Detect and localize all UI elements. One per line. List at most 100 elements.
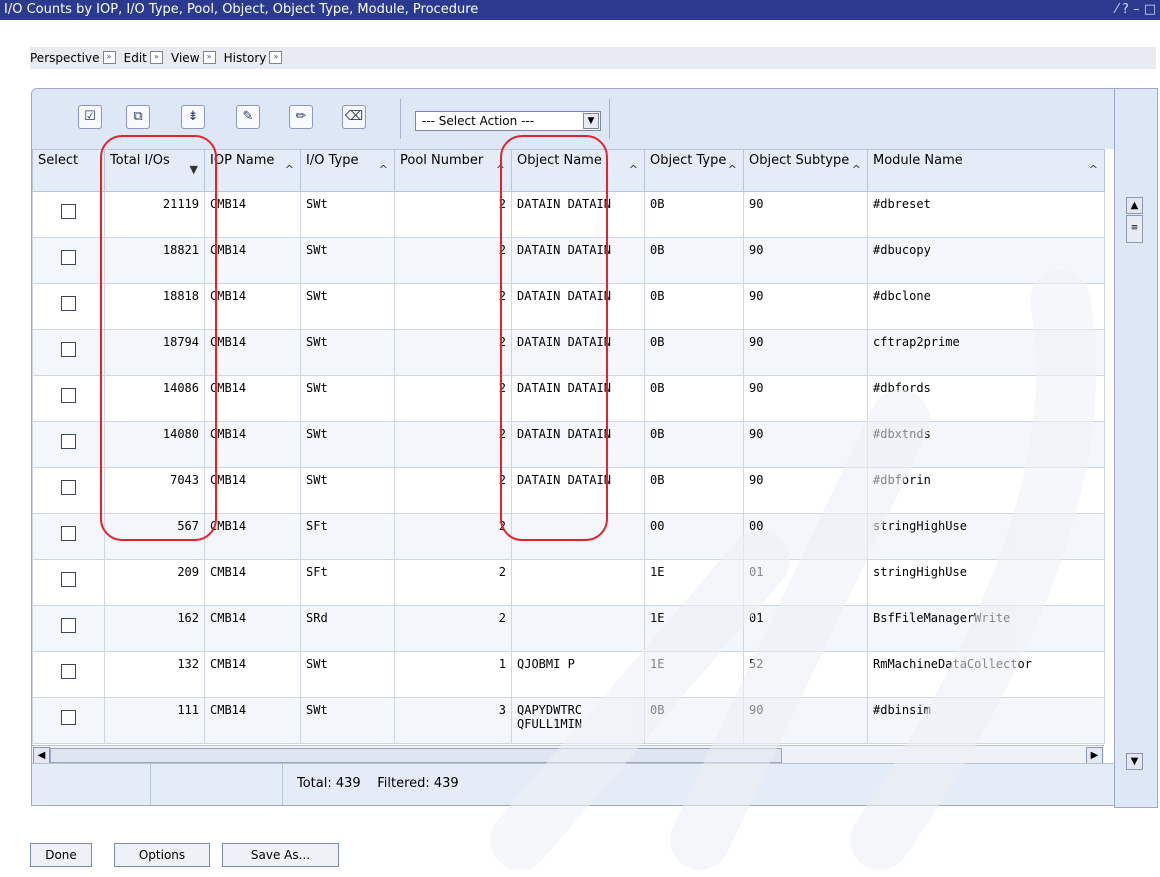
save-as-button[interactable]: Save As... bbox=[222, 843, 339, 867]
row-select-checkbox[interactable] bbox=[61, 710, 76, 725]
column-header-object-name[interactable]: Object Name ^ bbox=[511, 149, 645, 192]
cell-pool-number: 2 bbox=[394, 559, 512, 606]
row-select-checkbox[interactable] bbox=[61, 388, 76, 403]
sort-ascending-icon[interactable]: ^ bbox=[629, 162, 638, 177]
select-all-icon[interactable]: ☑ bbox=[78, 105, 102, 129]
window-controls[interactable]: ⁄ ? – □ bbox=[1116, 0, 1156, 20]
deselect-all-icon[interactable]: ⧉ bbox=[126, 105, 150, 129]
table-header-row: Select Total I/Os ▼ IOP Name ^ I/O Type ^ P… bbox=[32, 149, 1105, 192]
cell-object-name: QJOBMI P bbox=[511, 651, 645, 698]
show-filter-row-icon[interactable]: ⇟ bbox=[181, 105, 205, 129]
column-header-object-type[interactable]: Object Type ^ bbox=[644, 149, 744, 192]
table-row[interactable]: 7043 CMB14 SWt 2 DATAIN DATAIN 0B 90 #dbforin bbox=[32, 467, 1105, 514]
cell-object-name: DATAIN DATAIN bbox=[511, 467, 645, 514]
scroll-thumb[interactable]: ≡ bbox=[1126, 215, 1143, 243]
sort-ascending-icon[interactable]: ^ bbox=[728, 162, 737, 177]
cell-iop-name: CMB14 bbox=[204, 329, 301, 376]
cell-total-ios: 209 bbox=[104, 559, 205, 606]
chevron-down-icon[interactable]: ▼ bbox=[583, 113, 599, 129]
menu-view[interactable]: View» bbox=[171, 47, 216, 69]
table-panel: ☑ ⧉ ⇟ ✎ ✏ ⌫ --- Select Action --- ▼ Sele… bbox=[31, 88, 1116, 806]
scroll-down-icon[interactable]: ▼ bbox=[1126, 753, 1143, 770]
cell-object-subtype: 90 bbox=[743, 237, 868, 284]
edit-filter-icon[interactable]: ✎ bbox=[236, 105, 260, 129]
clear-sort-icon[interactable]: ⌫ bbox=[342, 105, 366, 129]
row-select-checkbox[interactable] bbox=[61, 618, 76, 633]
expand-arrow-icon[interactable]: » bbox=[269, 51, 283, 64]
scroll-up-icon[interactable]: ▲ bbox=[1126, 197, 1143, 214]
cell-object-name: DATAIN DATAIN bbox=[511, 237, 645, 284]
row-select-checkbox[interactable] bbox=[61, 664, 76, 679]
options-button[interactable]: Options bbox=[114, 843, 210, 867]
window-titlebar: I/O Counts by IOP, I/O Type, Pool, Objec… bbox=[0, 0, 1160, 20]
expand-arrow-icon[interactable]: » bbox=[149, 51, 163, 64]
row-select-checkbox[interactable] bbox=[61, 480, 76, 495]
cell-object-type: 0B bbox=[644, 237, 744, 284]
cell-object-type: 1E bbox=[644, 559, 744, 606]
row-select-cell bbox=[32, 329, 105, 376]
row-select-cell bbox=[32, 605, 105, 652]
cell-iop-name: CMB14 bbox=[204, 467, 301, 514]
row-select-checkbox[interactable] bbox=[61, 296, 76, 311]
column-header-total-ios[interactable]: Total I/Os ▼ bbox=[104, 149, 205, 192]
expand-arrow-icon[interactable]: » bbox=[102, 51, 116, 64]
table-row[interactable]: 21119 CMB14 SWt 2 DATAIN DATAIN 0B 90 #dbreset bbox=[32, 191, 1105, 238]
scroll-left-icon[interactable]: ◀ bbox=[33, 747, 50, 764]
cell-pool-number: 2 bbox=[394, 283, 512, 330]
table-row[interactable]: 111 CMB14 SWt 3 QAPYDWTRC QFULL1MIN 0B 90 #dbin… bbox=[32, 697, 1105, 744]
column-header-io-type[interactable]: I/O Type ^ bbox=[300, 149, 395, 192]
row-select-checkbox[interactable] bbox=[61, 342, 76, 357]
cell-object-type: 0B bbox=[644, 697, 744, 744]
table-row[interactable]: 14086 CMB14 SWt 2 DATAIN DATAIN 0B 90 #dbfords bbox=[32, 375, 1105, 422]
cell-pool-number: 2 bbox=[394, 421, 512, 468]
column-header-pool-number[interactable]: Pool Number ^ bbox=[394, 149, 512, 192]
column-header-object-subtype[interactable]: Object Subtype ^ bbox=[743, 149, 868, 192]
cell-pool-number: 2 bbox=[394, 329, 512, 376]
done-button[interactable]: Done bbox=[30, 843, 92, 867]
horizontal-scrollbar[interactable]: ◀ ▶ bbox=[32, 745, 1104, 764]
sort-descending-icon[interactable]: ▼ bbox=[190, 162, 198, 177]
cell-module-name: #dbfords bbox=[867, 375, 1105, 422]
column-header-module-name[interactable]: Module Name ^ bbox=[867, 149, 1105, 192]
cell-iop-name: CMB14 bbox=[204, 191, 301, 238]
table-row[interactable]: 567 CMB14 SFt 2 00 00 stringHighUse bbox=[32, 513, 1105, 560]
select-action-dropdown[interactable]: --- Select Action --- ▼ bbox=[415, 111, 601, 131]
menu-history[interactable]: History» bbox=[224, 47, 283, 69]
table-row[interactable]: 162 CMB14 SRd 2 1E 01 BsfFileManagerWrite bbox=[32, 605, 1105, 652]
sort-ascending-icon[interactable]: ^ bbox=[285, 162, 294, 177]
table-row[interactable]: 209 CMB14 SFt 2 1E 01 stringHighUse bbox=[32, 559, 1105, 606]
sort-ascending-icon[interactable]: ^ bbox=[852, 162, 861, 177]
row-select-checkbox[interactable] bbox=[61, 526, 76, 541]
sort-ascending-icon[interactable]: ^ bbox=[379, 162, 388, 177]
edit-sort-icon[interactable]: ✏ bbox=[289, 105, 313, 129]
sort-ascending-icon[interactable]: ^ bbox=[1089, 162, 1098, 177]
column-header-iop-name[interactable]: IOP Name ^ bbox=[204, 149, 301, 192]
cell-io-type: SWt bbox=[300, 467, 395, 514]
table-row[interactable]: 132 CMB14 SWt 1 QJOBMI P 1E 52 RmMachineDataCol… bbox=[32, 651, 1105, 698]
table-row[interactable]: 14080 CMB14 SWt 2 DATAIN DATAIN 0B 90 #dbxtnds bbox=[32, 421, 1105, 468]
vertical-scrollbar[interactable]: ▲ ≡ ▼ bbox=[1114, 88, 1158, 808]
scroll-right-icon[interactable]: ▶ bbox=[1086, 747, 1103, 764]
cell-object-subtype: 90 bbox=[743, 421, 868, 468]
table-row[interactable]: 18821 CMB14 SWt 2 DATAIN DATAIN 0B 90 #dbucopy bbox=[32, 237, 1105, 284]
menu-perspective[interactable]: Perspective» bbox=[30, 47, 116, 69]
cell-module-name: BsfFileManagerWrite bbox=[867, 605, 1105, 652]
menu-edit[interactable]: Edit» bbox=[124, 47, 163, 69]
row-select-cell bbox=[32, 237, 105, 284]
row-select-checkbox[interactable] bbox=[61, 250, 76, 265]
row-select-checkbox[interactable] bbox=[61, 204, 76, 219]
table-toolbar: ☑ ⧉ ⇟ ✎ ✏ ⌫ --- Select Action --- ▼ bbox=[32, 89, 1115, 149]
expand-arrow-icon[interactable]: » bbox=[202, 51, 216, 64]
table-row[interactable]: 18818 CMB14 SWt 2 DATAIN DATAIN 0B 90 #dbclone bbox=[32, 283, 1105, 330]
cell-pool-number: 2 bbox=[394, 237, 512, 284]
row-select-checkbox[interactable] bbox=[61, 434, 76, 449]
cell-io-type: SWt bbox=[300, 237, 395, 284]
io-counts-table: Select Total I/Os ▼ IOP Name ^ I/O Type ^ P… bbox=[32, 149, 1105, 744]
table-row[interactable]: 18794 CMB14 SWt 2 DATAIN DATAIN 0B 90 cftrap2pr… bbox=[32, 329, 1105, 376]
toolbar-separator bbox=[400, 99, 401, 139]
cell-pool-number: 3 bbox=[394, 697, 512, 744]
scroll-thumb[interactable] bbox=[50, 748, 782, 763]
row-select-cell bbox=[32, 191, 105, 238]
sort-ascending-icon[interactable]: ^ bbox=[496, 162, 505, 177]
row-select-checkbox[interactable] bbox=[61, 572, 76, 587]
